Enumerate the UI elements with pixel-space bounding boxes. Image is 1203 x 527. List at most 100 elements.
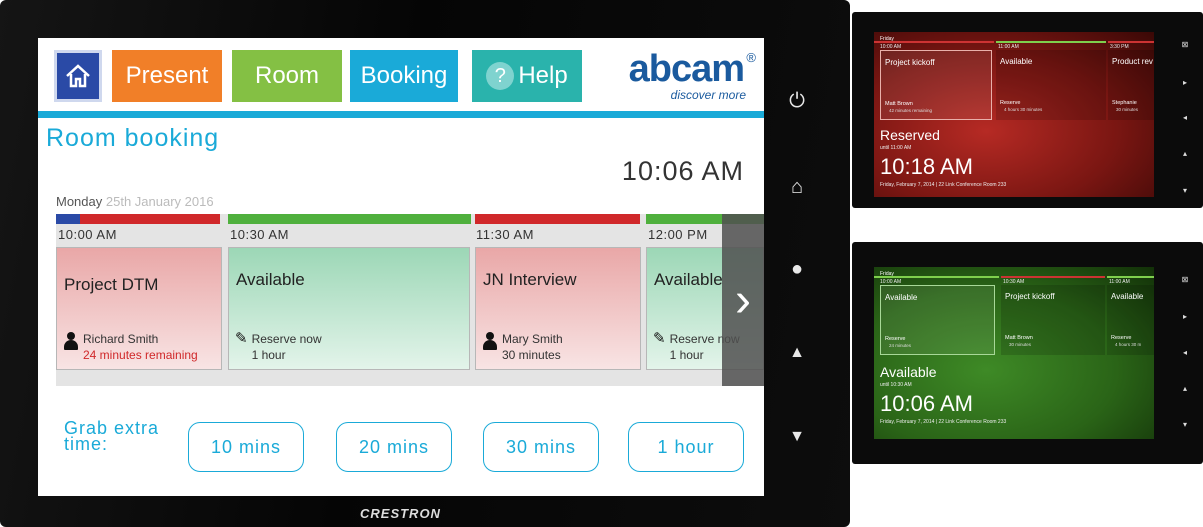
timeline-bar-current [56,214,80,224]
clock: 10:06 AM [621,156,744,186]
available-panel-screen: Friday 10:00 AM 10:30 AM 11:00 AM Availa… [874,267,1154,439]
panel-slot[interactable]: Available Reserve 4 hours 30 minutes [996,50,1106,120]
tab-home[interactable] [54,50,102,102]
slot-line1: Reserve [1000,100,1021,106]
slot-title: Available [885,293,918,302]
slot-title: Product rev [1112,57,1153,66]
booking-card[interactable]: Available ✎ Reserve now 1 hour [228,247,470,370]
tab-room[interactable]: Room [232,50,342,102]
booking-title: Available [236,270,305,289]
arrow-right-icon[interactable]: ▸ [1178,312,1192,321]
reserve-now-action: ✎ Reserve now 1 hour [235,330,322,362]
slot-line1: Reserve [1111,335,1132,341]
booking-duration: 30 minutes [502,348,561,362]
booking-timeline[interactable]: 10:00 AM 10:30 AM 11:30 AM 12:00 PM Proj… [56,214,764,386]
header-divider [38,111,764,118]
slot-line1: Reserve [885,336,906,342]
brand-name: abcam [628,48,745,90]
slot-line2: 30 minutes [1116,107,1139,112]
booking-card[interactable]: JN Interview Mary Smith 30 minutes [475,247,641,370]
close-icon[interactable]: ⊠ [1178,275,1192,284]
volume-up-icon[interactable]: ▲ [782,338,812,368]
panel-status: Reserved [880,127,940,143]
panel-slot[interactable]: Available Reserve 4 hours 30 m [1107,285,1154,355]
date-rest: 25th January 2016 [105,194,214,209]
slot-line2: 4 hours 30 m [1115,342,1142,347]
chevron-right-icon: › [735,273,751,327]
main-screen: Present Room Booking ? Help abcam ® disc… [38,38,764,496]
available-panel-device: Friday 10:00 AM 10:30 AM 11:00 AM Availa… [852,242,1203,464]
tab-help-label: Help [518,62,568,89]
light-bulb-icon[interactable]: ● [782,254,812,284]
panel-until: until 10:30 AM [880,382,912,388]
grab-extra-line2: time: [64,434,109,454]
booking-organizer: Mary Smith 30 minutes [482,332,563,362]
reserved-panel-device: Friday 10:00 AM 11:00 AM 3:30 PM Project… [852,12,1203,208]
panel-slot[interactable]: Project kickoff Matt Brown 42 minutes re… [880,50,992,120]
booking-organizer: Richard Smith 24 minutes remaining [63,332,198,362]
panel-slot[interactable]: Project kickoff Matt Brown 30 minutes [1001,285,1105,355]
home-icon[interactable]: ⌂ [782,172,812,202]
extend-10-mins-button[interactable]: 10 mins [188,422,304,472]
reserve-label: Reserve now [251,332,322,346]
panel-clock: 10:06 AM [880,391,973,416]
crestron-logo: CRESTRON [360,506,441,521]
organizer-name: Mary Smith [502,332,563,346]
panel-slot[interactable]: Product rev Stephanie 30 minutes [1108,50,1154,120]
arrow-up-icon[interactable]: ▴ [1178,384,1192,393]
panel-info: Friday, February 7, 2014 | 22 Link Confe… [880,182,1007,188]
slot-line1: Matt Brown [1005,335,1033,341]
person-icon [482,332,498,350]
arrow-up-icon[interactable]: ▴ [1178,149,1192,158]
extend-1-hour-button[interactable]: 1 hour [628,422,744,472]
arrow-left-icon[interactable]: ◂ [1178,348,1192,357]
person-icon [63,332,79,350]
slot-line2: 24 minutes [889,343,912,348]
panel-timeline-bar [996,41,1106,43]
timeline-bar [228,214,471,224]
pencil-icon: ✎ [235,330,248,347]
brand-logo: abcam ® discover more [608,48,758,102]
pencil-icon: ✎ [653,330,666,347]
next-arrow-button[interactable]: › [722,214,764,386]
panel-slot[interactable]: Available Reserve 24 minutes [880,285,995,355]
panel-timeline-bar [1108,41,1154,43]
extend-20-mins-button[interactable]: 20 mins [336,422,452,472]
panel-status: Available [880,364,937,380]
slot-title: Available [1000,57,1033,66]
arrow-down-icon[interactable]: ▾ [1178,186,1192,195]
booking-card[interactable]: Project DTM Richard Smith 24 minutes rem… [56,247,222,370]
slot-line2: 4 hours 30 minutes [1004,107,1043,112]
close-icon[interactable]: ⊠ [1178,40,1192,49]
power-icon[interactable]: ⏻ [782,86,812,116]
slot-line1: Stephanie [1112,100,1137,106]
organizer-name: Richard Smith [83,332,159,346]
touch-panel-device: Present Room Booking ? Help abcam ® disc… [0,0,850,527]
booking-title: JN Interview [483,270,577,289]
panel-timeline-bar [1001,276,1105,278]
extend-30-mins-button[interactable]: 30 mins [483,422,599,472]
slot-line2: 42 minutes remaining [889,108,933,113]
timeline-bar [475,214,640,224]
reserve-duration: 1 hour [251,348,286,362]
slot-title: Project kickoff [1005,292,1055,301]
volume-down-icon[interactable]: ▼ [782,422,812,452]
arrow-left-icon[interactable]: ◂ [1178,113,1192,122]
arrow-right-icon[interactable]: ▸ [1178,78,1192,87]
tab-booking[interactable]: Booking [350,50,458,102]
panel-timeline-bar [874,41,994,43]
panel-until: until 11:00 AM [880,145,912,151]
page-title: Room booking [46,124,220,152]
timeline-time: 11:30 AM [476,227,534,242]
tab-present[interactable]: Present [112,50,222,102]
date-day: Monday [56,194,103,209]
timeline-time: 10:00 AM [58,227,117,242]
grab-extra-time-label: Grab extra time: [64,419,159,454]
date-label: Monday 25th January 2016 [56,194,214,209]
help-icon: ? [486,62,515,90]
slot-title: Project kickoff [885,58,935,67]
slot-line1: Matt Brown [885,101,913,107]
tab-help[interactable]: ? Help [472,50,582,102]
arrow-down-icon[interactable]: ▾ [1178,420,1192,429]
booking-title: Project DTM [64,275,159,294]
